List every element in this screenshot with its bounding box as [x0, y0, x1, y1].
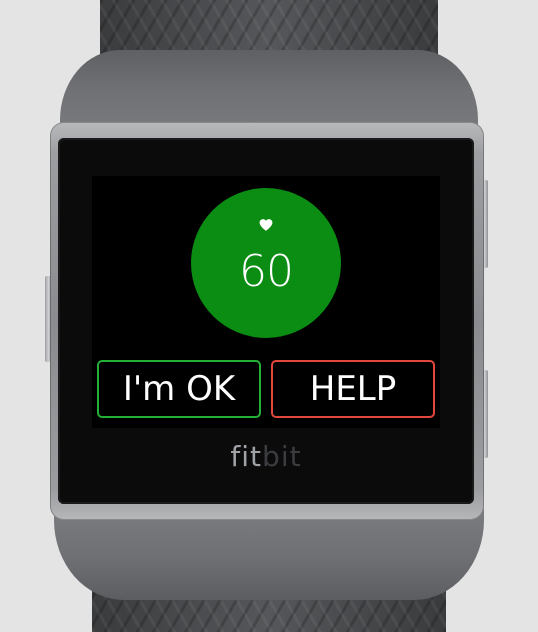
help-button[interactable]: HELP [271, 360, 435, 418]
watch-display: 60 I'm OK HELP [92, 176, 440, 428]
brand-part-fit: fit [230, 440, 263, 473]
watch-render: 60 I'm OK HELP fitbit [0, 0, 538, 632]
im-ok-button[interactable]: I'm OK [97, 360, 261, 418]
fitbit-logo: fitbit [58, 440, 474, 473]
heart-icon [259, 219, 273, 231]
heart-rate-value: 60 [239, 246, 294, 297]
brand-part-bit: bit [262, 440, 302, 473]
heart-rate-circle: 60 [191, 188, 341, 338]
